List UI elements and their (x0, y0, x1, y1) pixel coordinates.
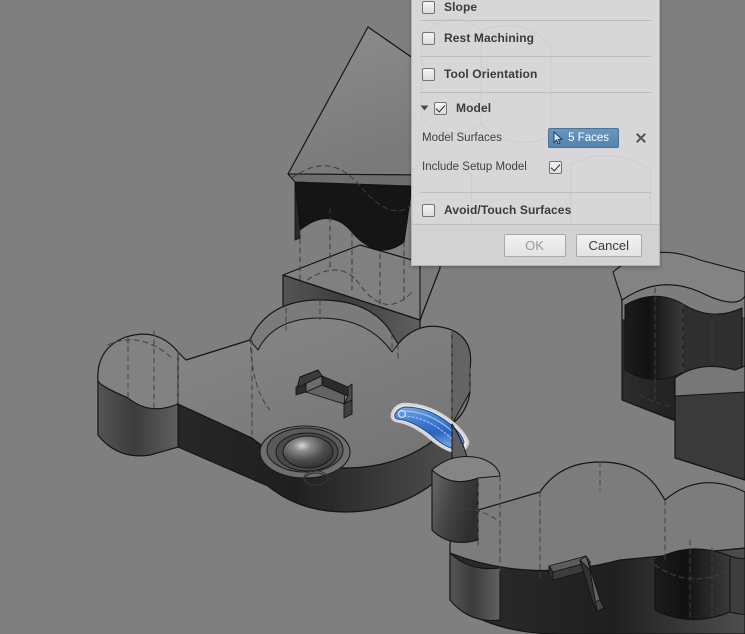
section-label-tool-orientation: Tool Orientation (444, 67, 538, 81)
dialog-footer: OK Cancel (412, 224, 659, 265)
cancel-button[interactable]: Cancel (575, 233, 642, 257)
model-surfaces-selection-chip[interactable]: 5 Faces (548, 128, 619, 148)
section-row-avoid-touch-surfaces[interactable]: Avoid/Touch Surfaces (412, 192, 659, 228)
machining-operation-dialog: Slope Rest Machining Tool Orientation Mo… (411, 0, 660, 266)
avoid-touch-surfaces-checkbox[interactable] (422, 203, 435, 217)
include-setup-model-row: Include Setup Model (412, 152, 659, 182)
ok-button[interactable]: OK (503, 233, 566, 257)
chevron-down-icon[interactable] (420, 105, 429, 111)
section-label-rest-machining: Rest Machining (444, 31, 535, 45)
section-row-rest-machining[interactable]: Rest Machining (412, 20, 659, 56)
section-row-model[interactable]: Model (412, 92, 659, 124)
slope-checkbox[interactable] (422, 1, 435, 14)
app-root: Slope Rest Machining Tool Orientation Mo… (0, 0, 745, 634)
close-x-icon[interactable] (633, 130, 649, 146)
model-surfaces-label: Model Surfaces (422, 132, 502, 144)
include-setup-model-checkbox[interactable] (549, 160, 562, 174)
section-label-slope: Slope (444, 0, 478, 14)
section-row-tool-orientation[interactable]: Tool Orientation (412, 56, 659, 92)
section-label-avoid-touch-surfaces: Avoid/Touch Surfaces (444, 203, 572, 217)
section-row-slope[interactable]: Slope (412, 0, 659, 20)
model-surfaces-row: Model Surfaces 5 Faces (412, 124, 659, 152)
model-checkbox[interactable] (434, 101, 447, 115)
tool-orientation-checkbox[interactable] (422, 67, 435, 81)
cursor-arrow-icon (553, 131, 564, 145)
model-surfaces-selection-value: 5 Faces (568, 132, 609, 144)
section-label-model: Model (456, 101, 492, 115)
rest-machining-checkbox[interactable] (422, 31, 435, 45)
include-setup-model-label: Include Setup Model (422, 161, 527, 173)
